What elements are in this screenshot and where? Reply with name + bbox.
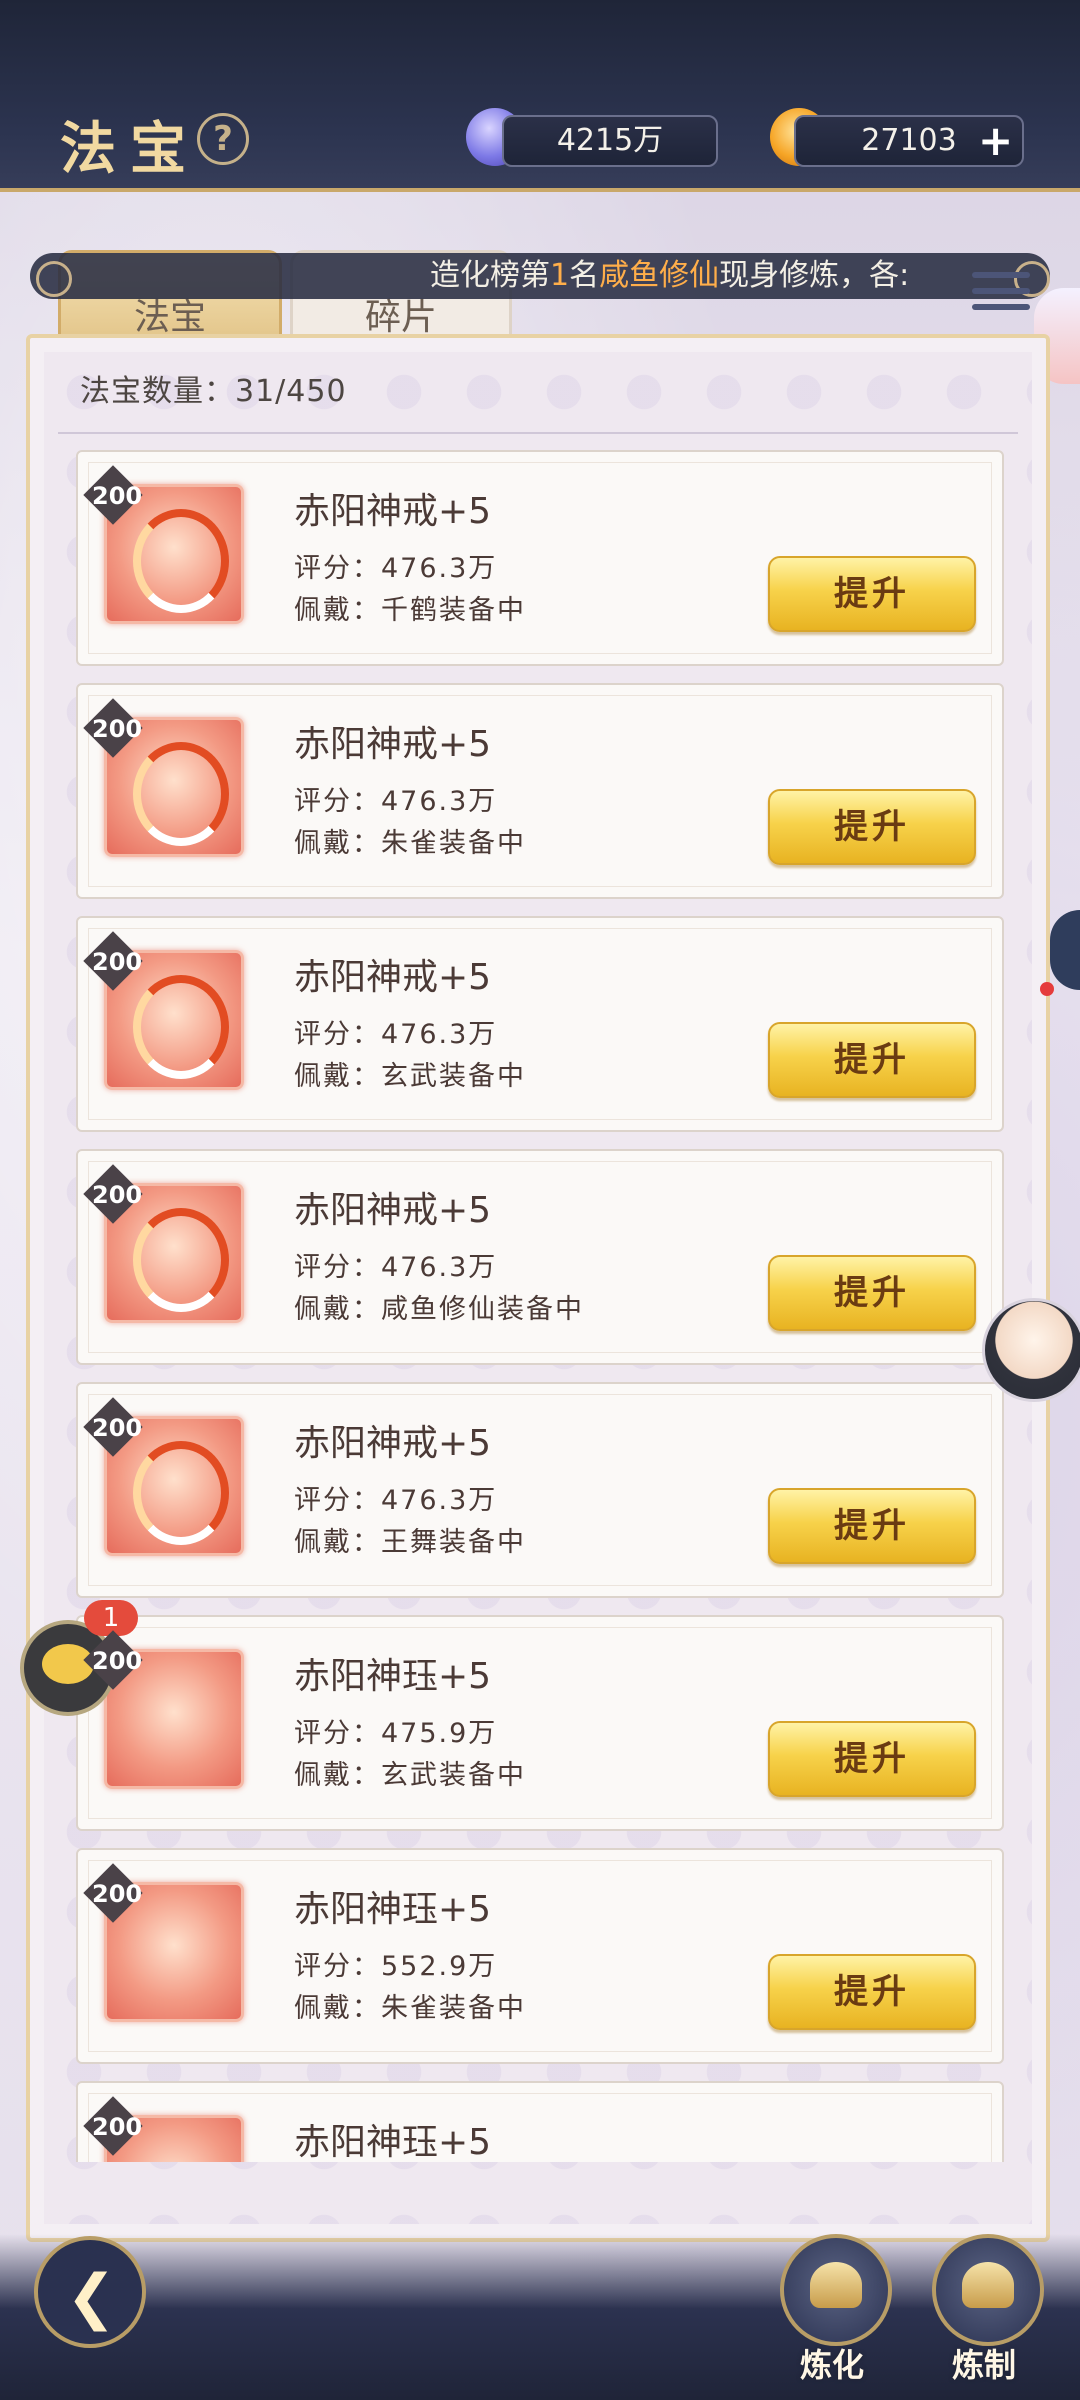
upgrade-button[interactable]: 提升: [768, 1255, 976, 1331]
treasure-list[interactable]: 200 赤阳神戒+5 评分：476.3万 佩戴：千鹤装备中 提升 200 赤阳神…: [76, 450, 1004, 2162]
item-equip: 佩戴：咸鱼修仙装备中: [294, 1294, 584, 1325]
level-text: 200: [92, 715, 143, 743]
resource-jade-value: 4215万: [502, 115, 718, 167]
ticker-left-ornament: [36, 261, 72, 297]
refine-label: 炼化: [800, 2346, 865, 2384]
menu-icon[interactable]: [972, 272, 1030, 318]
upgrade-button[interactable]: 提升: [768, 789, 976, 865]
item-equip: 佩戴：王舞装备中: [294, 1527, 526, 1558]
furnace-icon: [962, 2262, 1014, 2308]
item-name: 赤阳神戒+5: [294, 491, 492, 532]
item-equip: 佩戴：千鹤装备中: [294, 595, 526, 626]
item-equip: 佩戴：朱雀装备中: [294, 828, 526, 859]
back-arrow-icon: ❮: [66, 2262, 117, 2332]
upgrade-button[interactable]: 提升: [768, 1022, 976, 1098]
item-name: 赤阳神戒+5: [294, 957, 492, 998]
item-score: 评分：476.3万: [294, 1019, 498, 1050]
item-equip: 佩戴：玄武装备中: [294, 1061, 526, 1092]
treasure-count: 法宝数量：31/450: [80, 374, 347, 409]
list-item[interactable]: 200 赤阳神珏+5 评分：475.9万 佩戴：玄武装备中 提升: [76, 1615, 1004, 1831]
add-resource-button[interactable]: +: [978, 116, 1013, 165]
avatar[interactable]: [982, 1298, 1080, 1402]
upgrade-button[interactable]: 提升: [768, 1488, 976, 1564]
item-equip: 佩戴：玄武装备中: [294, 1760, 526, 1791]
item-name: 赤阳神珏+5: [294, 1656, 492, 1697]
upgrade-button[interactable]: 提升: [768, 556, 976, 632]
item-name: 赤阳神戒+5: [294, 1423, 492, 1464]
help-icon[interactable]: ?: [197, 113, 249, 165]
item-score: 评分：476.3万: [294, 786, 498, 817]
item-equip: 佩戴：朱雀装备中: [294, 1993, 526, 2024]
list-item[interactable]: 200 赤阳神珏+5: [76, 2081, 1004, 2162]
page-title: 法宝: [60, 116, 200, 182]
bottom-bar: [0, 2234, 1080, 2400]
level-text: 200: [92, 1880, 143, 1908]
announcement-ticker: 造化榜第1名咸鱼修仙现身修炼，各:: [30, 253, 1050, 299]
item-score: 评分：476.3万: [294, 553, 498, 584]
item-name: 赤阳神戒+5: [294, 724, 492, 765]
ticker-text: 造化榜第1名咸鱼修仙现身修炼，各:: [430, 258, 910, 293]
craft-label: 炼制: [952, 2346, 1017, 2384]
item-name: 赤阳神戒+5: [294, 1190, 492, 1231]
refine-button[interactable]: [780, 2234, 892, 2346]
level-text: 200: [92, 1414, 143, 1442]
level-text: 200: [92, 948, 143, 976]
list-item[interactable]: 200 赤阳神戒+5 评分：476.3万 佩戴：千鹤装备中 提升: [76, 450, 1004, 666]
list-item[interactable]: 200 赤阳神戒+5 评分：476.3万 佩戴：咸鱼修仙装备中 提升: [76, 1149, 1004, 1365]
upgrade-button[interactable]: 提升: [768, 1954, 976, 2030]
list-item[interactable]: 200 赤阳神珏+5 评分：552.9万 佩戴：朱雀装备中 提升: [76, 1848, 1004, 2064]
item-score: 评分：476.3万: [294, 1485, 498, 1516]
item-score: 评分：552.9万: [294, 1951, 498, 1982]
list-item[interactable]: 200 赤阳神戒+5 评分：476.3万 佩戴：朱雀装备中 提升: [76, 683, 1004, 899]
item-score: 评分：475.9万: [294, 1718, 498, 1749]
level-text: 200: [92, 1181, 143, 1209]
back-button[interactable]: ❮: [34, 2236, 146, 2348]
item-name: 赤阳神珏+5: [294, 2122, 492, 2162]
level-text: 200: [92, 2113, 143, 2141]
list-item[interactable]: 200 赤阳神戒+5 评分：476.3万 佩戴：玄武装备中 提升: [76, 916, 1004, 1132]
notification-dot: [1040, 982, 1054, 996]
level-text: 200: [92, 482, 143, 510]
divider: [58, 432, 1018, 434]
item-score: 评分：476.3万: [294, 1252, 498, 1283]
cauldron-icon: [810, 2262, 862, 2308]
upgrade-button[interactable]: 提升: [768, 1721, 976, 1797]
chat-bubble-icon: [42, 1644, 94, 1684]
list-item[interactable]: 200 赤阳神戒+5 评分：476.3万 佩戴：王舞装备中 提升: [76, 1382, 1004, 1598]
craft-button[interactable]: [932, 2234, 1044, 2346]
level-text: 200: [92, 1647, 143, 1675]
item-name: 赤阳神珏+5: [294, 1889, 492, 1930]
